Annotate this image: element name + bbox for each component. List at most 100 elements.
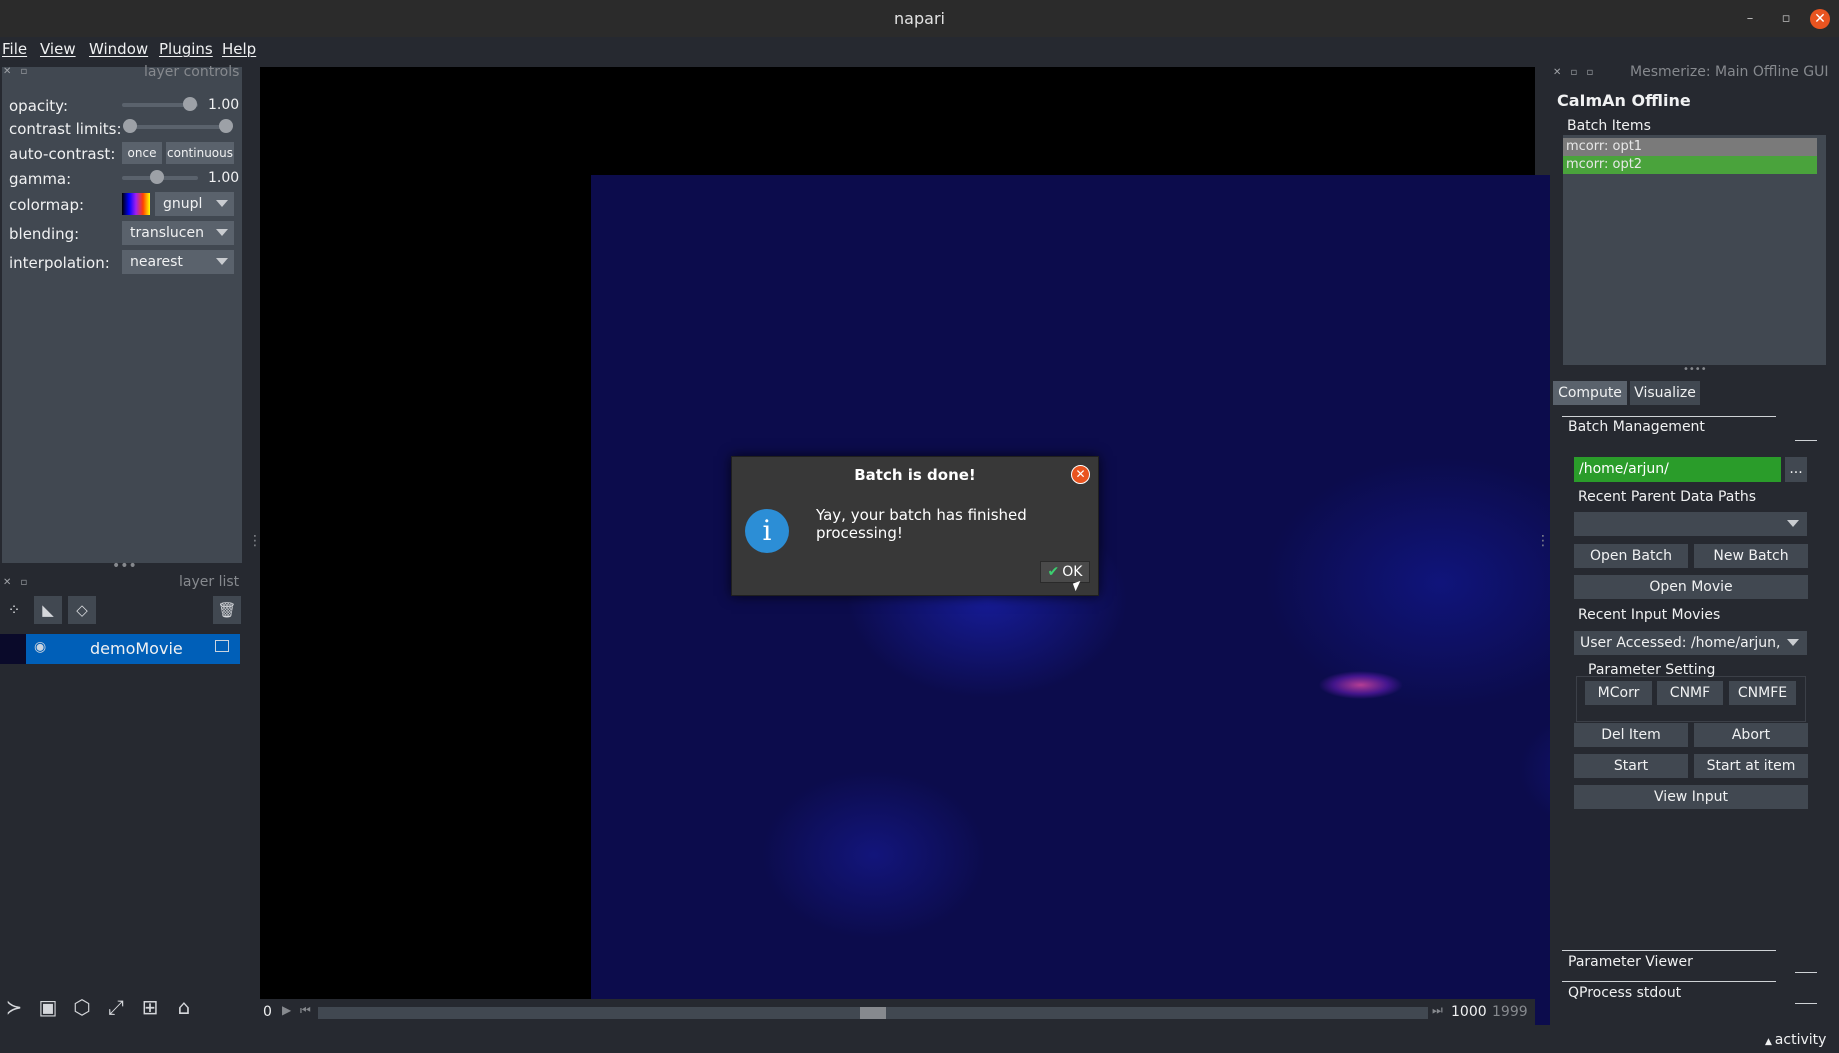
gamma-slider-handle[interactable] bbox=[150, 170, 164, 184]
new-points-layer-icon[interactable]: ⁘ bbox=[0, 596, 28, 624]
contrast-limits-slider[interactable] bbox=[128, 125, 228, 129]
auto-contrast-continuous-button[interactable]: continuous bbox=[166, 142, 234, 164]
opacity-slider-handle[interactable] bbox=[183, 97, 197, 111]
tab-compute[interactable]: Compute bbox=[1553, 381, 1627, 405]
layer-controls-header: layer controls bbox=[144, 64, 240, 80]
splitter-handle[interactable]: ••• bbox=[112, 558, 137, 574]
chevron-down-icon bbox=[1787, 520, 1799, 527]
cnmf-button[interactable]: CNMF bbox=[1657, 681, 1723, 705]
dock-window-icons[interactable]: ✕ ▫ ▫ bbox=[1553, 67, 1596, 78]
info-icon: i bbox=[745, 509, 789, 553]
contrast-limits-label: contrast limits: bbox=[9, 120, 122, 138]
step-forward-icon[interactable]: ⏭ bbox=[1432, 1003, 1443, 1018]
chevron-down-icon bbox=[1787, 639, 1799, 646]
recent-input-label: Recent Input Movies bbox=[1578, 607, 1721, 623]
chevron-up-icon: ▲ bbox=[1765, 1037, 1775, 1047]
menu-file[interactable]: File bbox=[2, 40, 27, 58]
step-back-icon[interactable]: ⏮ bbox=[300, 1003, 311, 1018]
start-button[interactable]: Start bbox=[1574, 754, 1688, 778]
menu-help[interactable]: Help bbox=[222, 40, 256, 58]
menu-bar: File View Window Plugins Help bbox=[0, 37, 1839, 65]
chevron-down-icon bbox=[216, 229, 228, 236]
eye-icon[interactable]: ◉ bbox=[34, 639, 46, 655]
view-input-button[interactable]: View Input bbox=[1574, 785, 1808, 809]
dims-max: 1999 bbox=[1492, 1004, 1528, 1020]
contrast-max-handle[interactable] bbox=[219, 119, 233, 133]
interpolation-label: interpolation: bbox=[9, 254, 110, 272]
image-layer-icon bbox=[215, 640, 229, 652]
maximize-button[interactable]: ▫ bbox=[1776, 9, 1796, 29]
open-movie-button[interactable]: Open Movie bbox=[1574, 575, 1808, 599]
open-batch-button[interactable]: Open Batch bbox=[1574, 544, 1688, 568]
checkmark-icon: ✔ bbox=[1047, 564, 1060, 580]
napari-window: napari – ▫ ✕ File View Window Plugins He… bbox=[0, 0, 1839, 1053]
parameter-setting-label: Parameter Setting bbox=[1588, 662, 1716, 678]
colormap-dropdown[interactable]: gnupl bbox=[155, 192, 234, 216]
delete-layer-icon[interactable]: 🗑 bbox=[213, 596, 241, 624]
abort-button[interactable]: Abort bbox=[1694, 723, 1808, 747]
colormap-value: gnupl bbox=[163, 196, 203, 212]
interpolation-dropdown[interactable]: nearest bbox=[122, 250, 234, 274]
new-shapes-layer-icon[interactable]: ◣ bbox=[34, 596, 62, 624]
section-divider bbox=[1562, 981, 1776, 982]
mcorr-button[interactable]: MCorr bbox=[1585, 681, 1652, 705]
tab-visualize[interactable]: Visualize bbox=[1630, 381, 1700, 405]
dims-value: 1000 bbox=[1451, 1004, 1487, 1020]
start-at-item-button[interactable]: Start at item bbox=[1694, 754, 1808, 778]
new-batch-button[interactable]: New Batch bbox=[1694, 544, 1808, 568]
cnmfe-button[interactable]: CNMFE bbox=[1729, 681, 1796, 705]
menu-plugins[interactable]: Plugins bbox=[159, 40, 213, 58]
del-item-button[interactable]: Del Item bbox=[1574, 723, 1688, 747]
layer-thumbnail bbox=[0, 634, 26, 664]
colormap-label: colormap: bbox=[9, 196, 85, 214]
contrast-min-handle[interactable] bbox=[123, 119, 137, 133]
chevron-down-icon bbox=[216, 200, 228, 207]
window-close-button[interactable]: ✕ bbox=[1810, 9, 1830, 29]
roll-dims-icon[interactable]: ⬡ bbox=[68, 993, 96, 1021]
dialog-message: Yay, your batch has finished processing! bbox=[816, 506, 1027, 542]
colormap-swatch bbox=[122, 193, 150, 215]
layer-item-demomovie[interactable]: ◉ demoMovie bbox=[26, 634, 240, 664]
activity-button[interactable]: ▲ activity bbox=[1765, 1032, 1826, 1048]
recent-input-dropdown[interactable]: User Accessed: /home/arjun, bbox=[1574, 631, 1807, 655]
new-labels-layer-icon[interactable]: ◇ bbox=[68, 596, 96, 624]
minimize-button[interactable]: – bbox=[1740, 9, 1760, 29]
chevron-down-icon bbox=[216, 258, 228, 265]
gamma-label: gamma: bbox=[9, 170, 72, 188]
right-dock-grip[interactable]: ⋮ bbox=[1536, 533, 1550, 549]
recent-parent-dropdown[interactable] bbox=[1574, 512, 1807, 536]
grid-icon[interactable]: ⊞ bbox=[136, 993, 164, 1021]
batch-management-header[interactable]: Batch Management bbox=[1568, 419, 1705, 435]
dialog-close-button[interactable]: ✕ bbox=[1071, 465, 1090, 484]
recent-parent-label: Recent Parent Data Paths bbox=[1578, 489, 1757, 505]
browse-button[interactable]: ... bbox=[1785, 457, 1807, 482]
play-icon[interactable]: ▶ bbox=[282, 1003, 291, 1017]
console-icon[interactable]: ≻ bbox=[0, 993, 28, 1021]
dock-float-icon[interactable]: ✕ ▫ bbox=[3, 66, 30, 77]
dims-current-frame: 0 bbox=[263, 1004, 272, 1020]
auto-contrast-label: auto-contrast: bbox=[9, 145, 116, 163]
dims-slider-handle[interactable] bbox=[860, 1007, 886, 1019]
blending-dropdown[interactable]: translucen bbox=[122, 221, 234, 245]
auto-contrast-once-button[interactable]: once bbox=[122, 142, 162, 164]
transpose-icon[interactable]: ⤢ bbox=[102, 993, 130, 1021]
batch-item-2[interactable]: mcorr: opt2 bbox=[1563, 156, 1817, 174]
parameter-viewer-header[interactable]: Parameter Viewer bbox=[1568, 954, 1693, 970]
home-icon[interactable]: ⌂ bbox=[170, 993, 198, 1021]
ok-button[interactable]: ✔ OK bbox=[1040, 561, 1090, 583]
batch-list-grip[interactable]: •••• bbox=[1683, 364, 1707, 375]
menu-window[interactable]: Window bbox=[89, 40, 148, 58]
ok-label: OK bbox=[1062, 564, 1083, 580]
dock-title: Mesmerize: Main Offline GUI bbox=[1630, 64, 1829, 80]
batch-item-1[interactable]: mcorr: opt1 bbox=[1563, 138, 1817, 156]
menu-view[interactable]: View bbox=[40, 40, 76, 58]
dock-float-icon[interactable]: ✕ ▫ bbox=[3, 577, 30, 588]
qprocess-stdout-header[interactable]: QProcess stdout bbox=[1568, 985, 1681, 1001]
blending-value: translucen bbox=[130, 225, 204, 241]
interpolation-value: nearest bbox=[130, 254, 183, 270]
activity-label: activity bbox=[1774, 1032, 1827, 1048]
parent-path-input[interactable]: /home/arjun/ bbox=[1574, 457, 1781, 482]
ndisplay-icon[interactable]: ▣ bbox=[34, 993, 62, 1021]
layer-name: demoMovie bbox=[90, 639, 183, 658]
opacity-value: 1.00 bbox=[208, 97, 240, 113]
